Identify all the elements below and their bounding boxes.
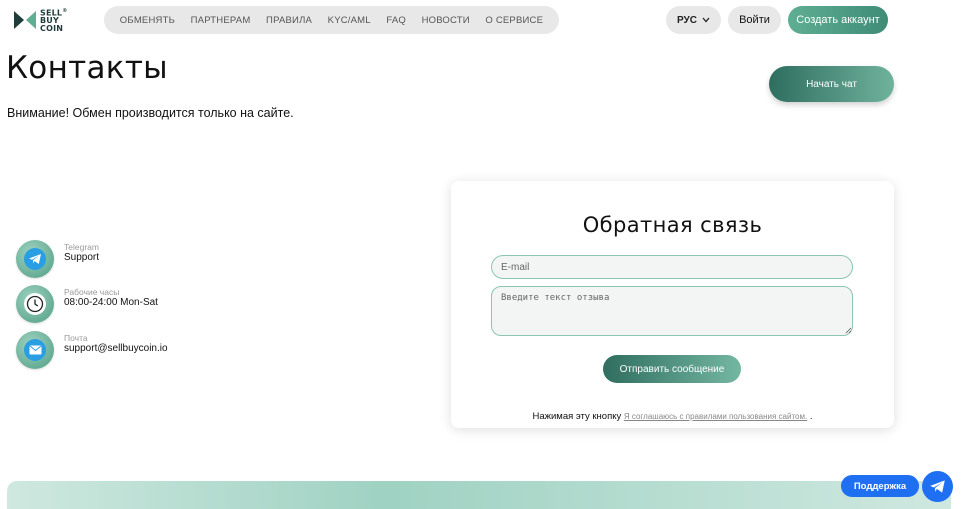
resize-grip-icon[interactable] [845, 327, 852, 334]
clock-icon [16, 285, 54, 323]
telegram-icon [16, 240, 54, 278]
chevron-down-icon [702, 17, 710, 23]
nav-item-faq[interactable]: FAQ [386, 15, 406, 26]
feedback-title: Обратная связь [582, 213, 763, 237]
nav-item-news[interactable]: НОВОСТИ [422, 15, 470, 26]
logo[interactable]: SELL® BUY COIN [12, 6, 72, 34]
contact-label: Telegram [64, 242, 99, 252]
main-nav: ОБМЕНЯТЬ ПАРТНЕРАМ ПРАВИЛА KYC/AML FAQ Н… [104, 6, 559, 34]
nav-item-kyc-aml[interactable]: KYC/AML [328, 15, 371, 26]
contact-hours: Рабочие часы 08:00-24:00 Mon-Sat [16, 285, 158, 323]
contact-label: Рабочие часы [64, 287, 120, 297]
login-button[interactable]: Войти [728, 6, 781, 34]
terms-text: Нажимая эту кнопку Я соглашаюсь с правил… [451, 411, 894, 422]
contact-label: Почта [64, 333, 88, 343]
terms-prefix: Нажимая эту кнопку [532, 411, 622, 422]
email-field[interactable] [491, 255, 853, 279]
language-label: РУС [677, 14, 697, 26]
contact-telegram[interactable]: Telegram Support [16, 240, 99, 278]
page-title: Контакты [6, 50, 168, 86]
bottom-banner [7, 481, 951, 509]
nav-item-rules[interactable]: ПРАВИЛА [266, 15, 312, 26]
contact-value: 08:00-24:00 Mon-Sat [64, 297, 158, 308]
contact-value[interactable]: Support [64, 252, 99, 264]
start-chat-button[interactable]: Начать чат [769, 66, 894, 102]
language-select[interactable]: РУС [666, 6, 721, 34]
terms-link[interactable]: Я соглашаюсь с правилами пользования сай… [624, 412, 807, 421]
contacts-page: SELL® BUY COIN ОБМЕНЯТЬ ПАРТНЕРАМ ПРАВИЛ… [0, 0, 963, 509]
telegram-icon[interactable] [922, 471, 953, 502]
nav-item-about[interactable]: О СЕРВИСЕ [485, 15, 543, 26]
feedback-card: Обратная связь Отправить сообщение Нажим… [451, 181, 894, 428]
logo-text: SELL® BUY COIN [40, 7, 68, 34]
send-message-button[interactable]: Отправить сообщение [603, 355, 741, 383]
signup-button[interactable]: Создать аккаунт [788, 6, 888, 34]
contact-value[interactable]: support@sellbuycoin.io [64, 343, 168, 355]
message-field[interactable] [491, 286, 853, 336]
terms-suffix: . [809, 411, 813, 422]
notice-text: Внимание! Обмен производится только на с… [7, 106, 294, 120]
mail-icon [16, 331, 54, 369]
nav-item-partners[interactable]: ПАРТНЕРАМ [191, 15, 251, 26]
logo-icon [14, 11, 36, 29]
support-button[interactable]: Поддержка [841, 475, 919, 497]
contact-email[interactable]: Почта support@sellbuycoin.io [16, 331, 168, 369]
nav-item-exchange[interactable]: ОБМЕНЯТЬ [120, 15, 175, 26]
